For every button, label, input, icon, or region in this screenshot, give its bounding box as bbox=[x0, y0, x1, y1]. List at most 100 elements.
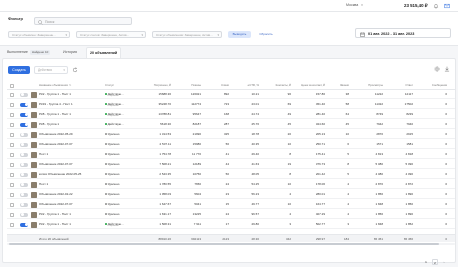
row-checkbox[interactable] bbox=[10, 212, 14, 217]
row-checkbox[interactable] bbox=[10, 172, 14, 177]
table-row[interactable]: Объявление 2022-07-07 Удалено 7 508.21 1218… bbox=[7, 160, 455, 169]
date-range-picker[interactable]: 01 авг. 2022 - 31 авг. 2023 bbox=[355, 28, 451, 38]
col-views[interactable]: Просмотры bbox=[353, 81, 383, 90]
ad-toggle[interactable] bbox=[20, 152, 28, 157]
table-row[interactable]: Пост 1 Удалено 1 780.55 7650 24 54.25 10 178.06… bbox=[7, 180, 455, 189]
table-row[interactable]: Пост 1 Удалено 1 754.78 11 770 41 29.40 8 175.4… bbox=[7, 150, 455, 159]
rules-link[interactable]: 1 правило bbox=[108, 105, 118, 107]
ad-toggle[interactable] bbox=[20, 212, 28, 217]
col-cpc[interactable]: Цена за контакт, ₽ bbox=[295, 81, 325, 90]
ad-name-link[interactable]: РК19 - Группа 4 - Пост 1 bbox=[39, 100, 103, 109]
scrollbar-thumb[interactable] bbox=[9, 243, 439, 245]
select-all-checkbox[interactable] bbox=[10, 83, 14, 88]
bell-icon[interactable] bbox=[433, 3, 439, 9]
col-calls[interactable]: Звонки bbox=[329, 81, 349, 90]
row-checkbox[interactable] bbox=[10, 162, 14, 167]
ad-toggle[interactable] bbox=[20, 172, 28, 177]
cell-views: 8749 bbox=[376, 112, 383, 116]
search-input[interactable]: Поиск bbox=[34, 17, 132, 25]
apply-filters-button[interactable]: Выводить bbox=[228, 31, 251, 38]
actions-select[interactable]: Действия ▾ bbox=[34, 66, 68, 74]
ad-toggle[interactable] bbox=[20, 112, 28, 117]
row-checkbox[interactable] bbox=[10, 132, 14, 137]
city-selector[interactable]: Москва ▾ bbox=[346, 3, 363, 7]
ad-toggle[interactable] bbox=[20, 142, 28, 147]
ad-name-link[interactable]: РК8 - Группа 1 bbox=[39, 120, 103, 129]
col-answers[interactable]: Ответ bbox=[387, 81, 413, 90]
col-name[interactable]: Название объявления⇅ bbox=[39, 81, 87, 90]
row-checkbox[interactable] bbox=[10, 182, 14, 187]
ad-toggle[interactable] bbox=[20, 182, 28, 187]
ad-toggle[interactable] bbox=[20, 122, 28, 127]
ad-toggle[interactable] bbox=[20, 162, 28, 167]
ad-toggle[interactable] bbox=[20, 132, 28, 137]
reset-filters-button[interactable]: Сбросить bbox=[257, 31, 275, 38]
table-row[interactable]: Объявление 2022-07-07 Удалено 1 647.67 5041… bbox=[7, 200, 455, 209]
ad-name-link[interactable]: РК2 - Группа 1 - Пост 1 bbox=[39, 220, 103, 229]
rules-link[interactable]: 1 правило bbox=[108, 95, 118, 97]
ad-name-link[interactable]: Пост 1 bbox=[39, 150, 103, 159]
row-checkbox[interactable] bbox=[10, 92, 14, 97]
row-checkbox[interactable] bbox=[10, 102, 14, 107]
refresh-icon[interactable] bbox=[72, 67, 78, 73]
table-row[interactable]: РК8 - Группа 1 - Пост 1 Действую... 2 прав… bbox=[7, 110, 455, 119]
cell-answers: 17502 bbox=[404, 102, 413, 106]
rules-link[interactable]: 2 правила bbox=[108, 115, 118, 117]
col-contacts[interactable]: Контакты, ₽ bbox=[263, 81, 291, 90]
row-checkbox[interactable] bbox=[10, 202, 14, 207]
ad-name-link[interactable]: Объявление 2022-07-07 bbox=[39, 160, 103, 169]
filter-chip-account-status[interactable]: Статус счетов: Завершенн, Актив... ▾ bbox=[76, 31, 146, 38]
ad-toggle[interactable] bbox=[20, 192, 28, 197]
row-checkbox[interactable] bbox=[10, 112, 14, 117]
next-page-button[interactable]: › bbox=[441, 259, 447, 265]
row-checkbox[interactable] bbox=[10, 152, 14, 157]
page-1-button[interactable]: 1 bbox=[423, 259, 429, 265]
ad-toggle[interactable] bbox=[20, 92, 28, 97]
horizontal-scrollbar[interactable] bbox=[7, 243, 455, 245]
ad-name-link[interactable]: Объявление 2022-02-22 bbox=[39, 190, 103, 199]
filter-chip-ad-status[interactable]: Статус объявлен: Завершенн... ▾ bbox=[8, 31, 70, 38]
cell-cpc: 280.01 bbox=[315, 192, 325, 196]
ad-name-link[interactable]: Объявление 2022-07-07 bbox=[39, 200, 103, 209]
settings-icon[interactable] bbox=[434, 66, 440, 72]
ad-name-link[interactable]: РК2 - Группа 1 - Пост 1 bbox=[39, 90, 103, 99]
col-spent[interactable]: Потрачено, ₽ bbox=[141, 81, 171, 90]
table-row[interactable]: копия Объявление 2022-05-25 Удалено 2 543.… bbox=[7, 170, 455, 179]
col-clicks[interactable]: Клики bbox=[205, 81, 229, 90]
col-ectr[interactable]: eCTR, % bbox=[233, 81, 259, 90]
row-checkbox[interactable] bbox=[10, 222, 14, 227]
row-checkbox[interactable] bbox=[10, 192, 14, 197]
table-row[interactable]: РК8 - Группа 1 Действую... 5618.30 82187 287… bbox=[7, 120, 455, 129]
tab-ads[interactable]: 20 объявлений bbox=[86, 47, 122, 58]
row-checkbox[interactable] bbox=[10, 122, 14, 127]
filter-chip-listing-status[interactable]: Статус объявления: Завершенн, Актив... ▾ bbox=[152, 31, 222, 38]
mail-icon[interactable] bbox=[444, 3, 450, 9]
ad-name-link[interactable]: копия Объявление 2022-05-25 bbox=[39, 170, 103, 179]
page-2-button[interactable]: 2 bbox=[432, 259, 438, 265]
create-button[interactable]: Создать bbox=[8, 66, 30, 74]
ad-name-link[interactable]: Объявление 2022-05-29 bbox=[39, 130, 103, 139]
ad-name-link[interactable]: РК2 - Группа 1 - Пост 1 bbox=[39, 210, 103, 219]
tab-history[interactable]: История bbox=[60, 47, 80, 58]
table-row[interactable]: Объявление 2022-07-07 Удалено 2 507.11 1598… bbox=[7, 140, 455, 149]
ad-name-link[interactable]: РК8 - Группа 1 - Пост 1 bbox=[39, 110, 103, 119]
table-row[interactable]: РК2 - Группа 1 - Пост 1 Действую... 1 прав… bbox=[7, 220, 455, 229]
ad-toggle[interactable] bbox=[20, 102, 28, 107]
download-icon[interactable] bbox=[444, 66, 450, 72]
table-row[interactable]: РК19 - Группа 4 - Пост 1 Действую... 1 пра… bbox=[7, 100, 455, 109]
ad-toggle[interactable] bbox=[20, 202, 28, 207]
col-status[interactable]: Статус bbox=[105, 81, 133, 90]
table-row[interactable]: Объявление 2022-05-29 Удалено 1 314.53 2199… bbox=[7, 130, 455, 139]
col-shows[interactable]: Показы bbox=[175, 81, 201, 90]
ad-name-link[interactable]: Пост 1 bbox=[39, 180, 103, 189]
table-row[interactable]: РК2 - Группа 1 - Пост 1 Удалено 1 631.17 13… bbox=[7, 210, 455, 219]
ad-toggle[interactable] bbox=[20, 222, 28, 227]
ad-name-link[interactable]: Объявление 2022-07-07 bbox=[39, 140, 103, 149]
rules-link[interactable]: 1 правило bbox=[108, 225, 118, 227]
row-checkbox[interactable] bbox=[10, 142, 14, 147]
total-calls: 184 bbox=[343, 237, 349, 241]
table-row[interactable]: РК2 - Группа 1 - Пост 1 Действую... 1 прав… bbox=[7, 90, 455, 99]
tab-execution[interactable]: Выполнение Найдено 10 bbox=[4, 47, 53, 58]
table-row[interactable]: Объявление 2022-02-22 Удалено 1 058.03 5604… bbox=[7, 190, 455, 199]
col-messages[interactable]: Сообщения bbox=[417, 81, 447, 90]
